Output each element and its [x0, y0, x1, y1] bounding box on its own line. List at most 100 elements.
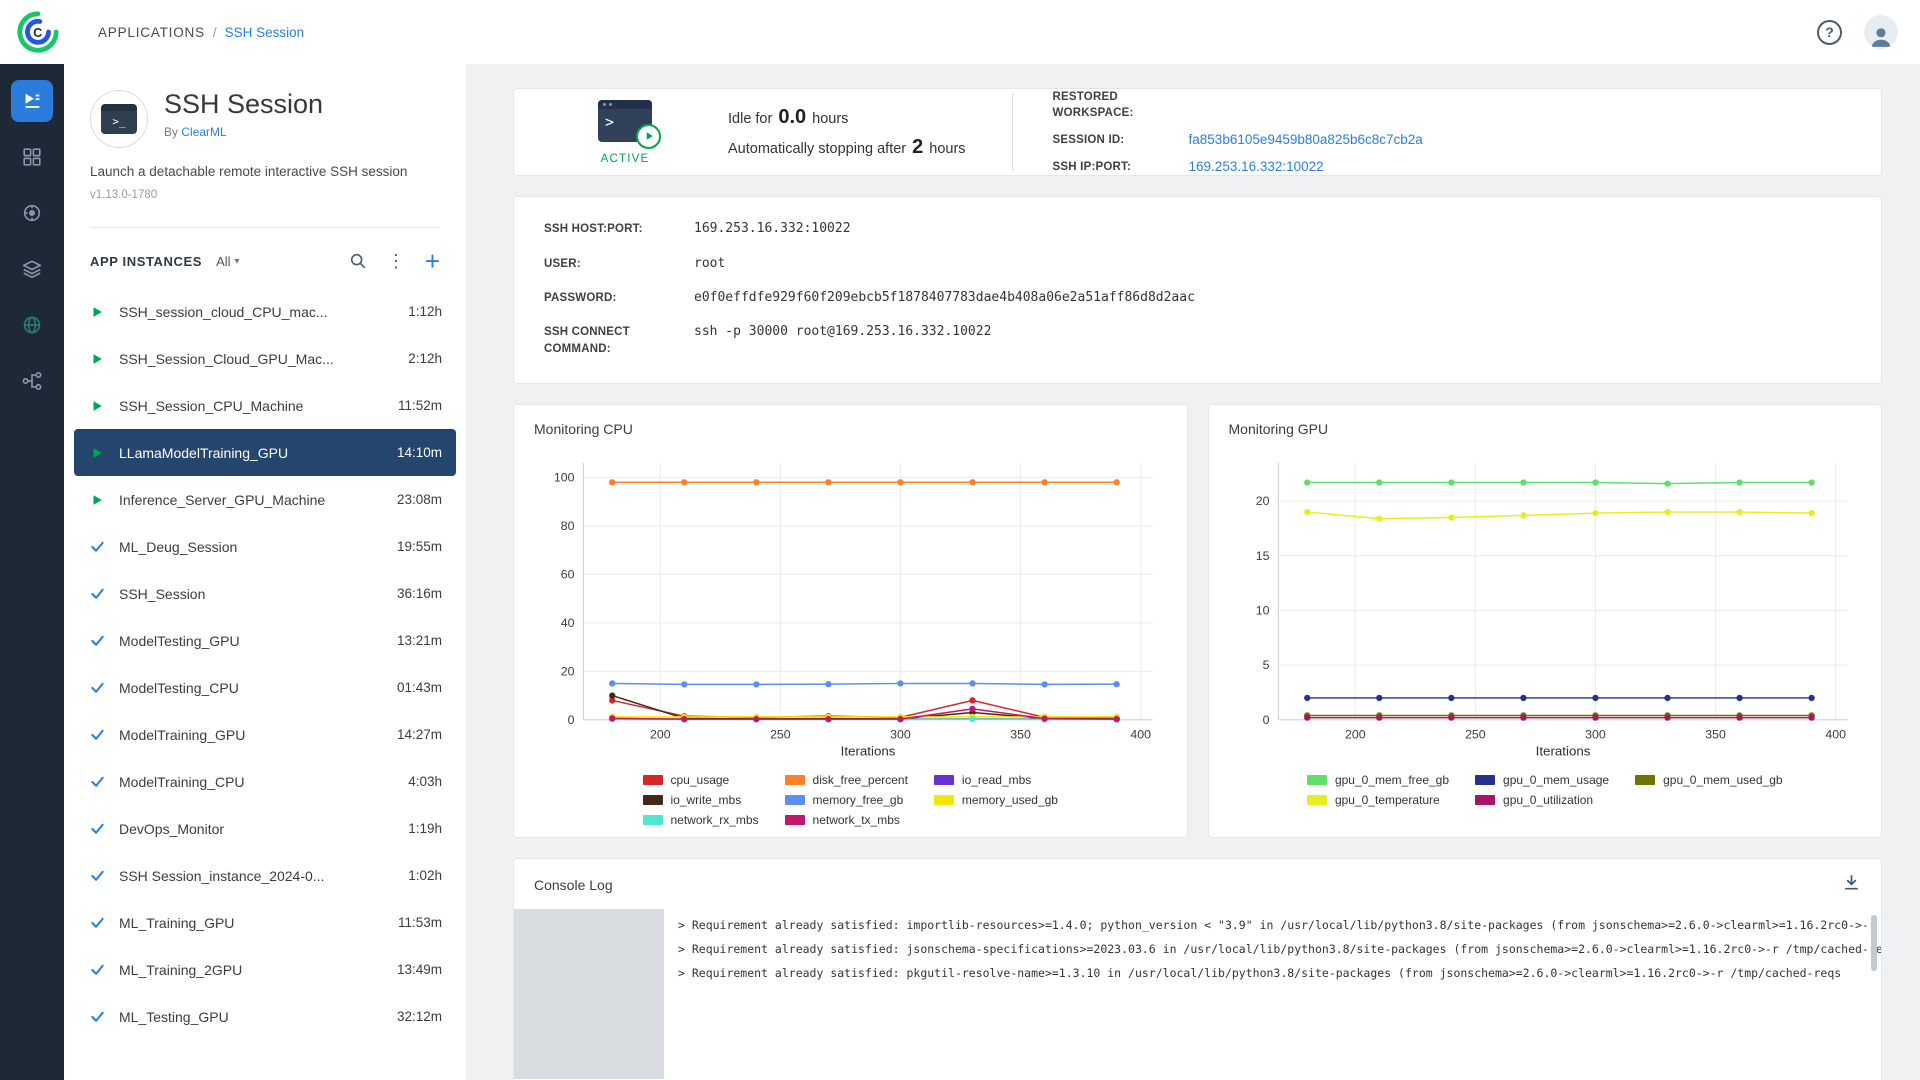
- detail-row: SSH CONNECT COMMAND:ssh -p 30000 root@16…: [544, 324, 1851, 359]
- gpu-chart-card: Monitoring GPU 20025030035040005101520It…: [1208, 404, 1883, 838]
- sidebar-item-workers[interactable]: [11, 192, 53, 234]
- connection-details-rows: SSH HOST:PORT:169.253.16.332:10022USER:r…: [544, 221, 1851, 358]
- legend-swatch: [1307, 795, 1327, 805]
- svg-text:300: 300: [1585, 727, 1606, 741]
- cpu-chart-legend: cpu_usage disk_free_percent io_read_mbs io_…: [534, 773, 1167, 827]
- help-icon[interactable]: ?: [1817, 20, 1842, 45]
- breadcrumb-applications[interactable]: APPLICATIONS: [98, 25, 205, 40]
- instance-row[interactable]: ModelTraining_GPU14:27m: [74, 711, 456, 758]
- sidebar-item-applications[interactable]: [11, 80, 53, 122]
- legend-item-network_tx_mbs[interactable]: network_tx_mbs: [785, 813, 908, 827]
- instance-time: 11:53m: [398, 915, 442, 930]
- instance-name: DevOps_Monitor: [119, 821, 224, 837]
- instance-row[interactable]: ML_Training_GPU11:53m: [74, 899, 456, 946]
- legend-item-gpu_0_temperature[interactable]: gpu_0_temperature: [1307, 793, 1449, 807]
- running-status-icon: [88, 352, 106, 366]
- app-header: >_ SSH Session By ClearML Launch a detac…: [64, 90, 466, 228]
- legend-item-memory_used_gb[interactable]: memory_used_gb: [934, 793, 1058, 807]
- clearml-link[interactable]: ClearML: [181, 125, 226, 139]
- instance-row[interactable]: SSH_Session_Cloud_GPU_Mac...2:12h: [74, 335, 456, 382]
- legend-label: gpu_0_mem_free_gb: [1335, 773, 1449, 787]
- autostop-prefix: Automatically stopping after: [728, 141, 906, 157]
- legend-label: io_write_mbs: [671, 793, 742, 807]
- help-glyph: ?: [1825, 24, 1834, 40]
- detail-row: SSH HOST:PORT:169.253.16.332:10022: [544, 221, 1851, 238]
- projects-grid-icon: [21, 146, 43, 168]
- instance-row[interactable]: SSH_Session36:16m: [74, 570, 456, 617]
- app-description: Launch a detachable remote interactive S…: [90, 164, 440, 179]
- topbar-actions: ?: [1817, 15, 1898, 49]
- instance-row[interactable]: ModelTesting_GPU13:21m: [74, 617, 456, 664]
- console-gutter: [514, 909, 664, 1079]
- svg-text:250: 250: [770, 727, 791, 741]
- instance-name: ML_Training_2GPU: [119, 962, 242, 978]
- legend-item-disk_free_percent[interactable]: disk_free_percent: [785, 773, 908, 787]
- kebab-menu-icon[interactable]: ⋮: [387, 252, 405, 270]
- svg-text:400: 400: [1825, 727, 1846, 741]
- restored-workspace-label: RESTORED WORKSPACE:: [1053, 89, 1177, 121]
- instance-row[interactable]: Inference_Server_GPU_Machine23:08m: [74, 476, 456, 523]
- legend-item-network_rx_mbs[interactable]: network_rx_mbs: [643, 813, 759, 827]
- instance-name: ModelTesting_CPU: [119, 680, 239, 696]
- legend-swatch: [1475, 795, 1495, 805]
- workspace-info: RESTORED WORKSPACE: SESSION ID: fa853b61…: [1053, 89, 1423, 175]
- instance-row[interactable]: ModelTraining_CPU4:03h: [74, 758, 456, 805]
- running-status-icon: [88, 399, 106, 413]
- ssh-ipport-link[interactable]: 169.253.16.332:10022: [1189, 159, 1324, 174]
- breadcrumb: APPLICATIONS / SSH Session: [98, 25, 304, 40]
- instance-row[interactable]: ML_Testing_GPU32:12m: [74, 993, 456, 1040]
- detail-label: USER:: [544, 256, 672, 273]
- completed-status-icon: [88, 727, 106, 742]
- instance-name: ModelTesting_GPU: [119, 633, 240, 649]
- svg-text:40: 40: [561, 615, 575, 629]
- legend-item-memory_free_gb[interactable]: memory_free_gb: [785, 793, 908, 807]
- instance-time: 11:52m: [398, 398, 442, 413]
- legend-item-gpu_0_mem_used_gb[interactable]: gpu_0_mem_used_gb: [1635, 773, 1782, 787]
- instances-filter-dropdown[interactable]: All ▾: [216, 254, 239, 269]
- svg-text:5: 5: [1262, 658, 1269, 672]
- legend-item-io_write_mbs[interactable]: io_write_mbs: [643, 793, 759, 807]
- instance-row[interactable]: ModelTesting_CPU 01:43m: [74, 664, 456, 711]
- avatar[interactable]: [1864, 15, 1898, 49]
- session-id-link[interactable]: fa853b6105e9459b80a825b6c8c7cb2a: [1189, 132, 1423, 147]
- instance-time: 14:10m: [397, 445, 442, 460]
- legend-item-gpu_0_mem_usage[interactable]: gpu_0_mem_usage: [1475, 773, 1609, 787]
- svg-text:Iterations: Iterations: [841, 743, 896, 758]
- instance-row[interactable]: ML_Training_2GPU13:49m: [74, 946, 456, 993]
- instance-row[interactable]: SSH_session_cloud_CPU_mac...1:12h: [74, 288, 456, 335]
- instance-time: 19:55m: [397, 539, 442, 554]
- ssh-ipport-label: SSH IP:PORT:: [1053, 159, 1177, 175]
- sidebar-item-datasets[interactable]: [11, 248, 53, 290]
- sidebar-item-reports[interactable]: [11, 304, 53, 346]
- legend-swatch: [934, 795, 954, 805]
- completed-status-icon: [88, 539, 106, 554]
- download-icon[interactable]: [1842, 873, 1861, 897]
- instance-name: ModelTraining_CPU: [119, 774, 245, 790]
- terminal-icon: >_: [101, 104, 137, 134]
- app-shell: >_ SSH Session By ClearML Launch a detac…: [0, 64, 1920, 1080]
- sidebar-item-pipelines[interactable]: [11, 360, 53, 402]
- instance-row[interactable]: SSH_Session_CPU_Machine11:52m: [74, 382, 456, 429]
- instance-row[interactable]: ML_Deug_Session19:55m: [74, 523, 456, 570]
- sidebar-item-projects[interactable]: [11, 136, 53, 178]
- console-scrollbar[interactable]: [1871, 915, 1877, 971]
- search-icon[interactable]: [349, 252, 367, 270]
- completed-status-icon: [88, 915, 106, 930]
- left-panel: >_ SSH Session By ClearML Launch a detac…: [64, 64, 466, 1080]
- legend-item-gpu_0_mem_free_gb[interactable]: gpu_0_mem_free_gb: [1307, 773, 1449, 787]
- instance-row[interactable]: LLamaModelTraining_GPU14:10m: [74, 429, 456, 476]
- idle-hours-value: 0.0: [778, 106, 806, 129]
- instance-time: 01:43m: [397, 680, 442, 695]
- instance-row[interactable]: SSH Session_instance_2024-0...1:02h: [74, 852, 456, 899]
- topbar: C APPLICATIONS / SSH Session ?: [0, 0, 1920, 64]
- instance-row[interactable]: DevOps_Monitor1:19h: [74, 805, 456, 852]
- legend-swatch: [785, 815, 805, 825]
- add-instance-button[interactable]: +: [425, 248, 440, 274]
- clearml-logo-icon[interactable]: C: [14, 8, 62, 56]
- log-line: > Requirement already satisfied: jsonsch…: [678, 937, 1867, 961]
- autostop-status-line: Automatically stopping after 2 hours: [728, 136, 966, 159]
- running-status-icon: [88, 305, 106, 319]
- legend-item-cpu_usage[interactable]: cpu_usage: [643, 773, 759, 787]
- legend-item-gpu_0_utilization[interactable]: gpu_0_utilization: [1475, 793, 1609, 807]
- legend-item-io_read_mbs[interactable]: io_read_mbs: [934, 773, 1058, 787]
